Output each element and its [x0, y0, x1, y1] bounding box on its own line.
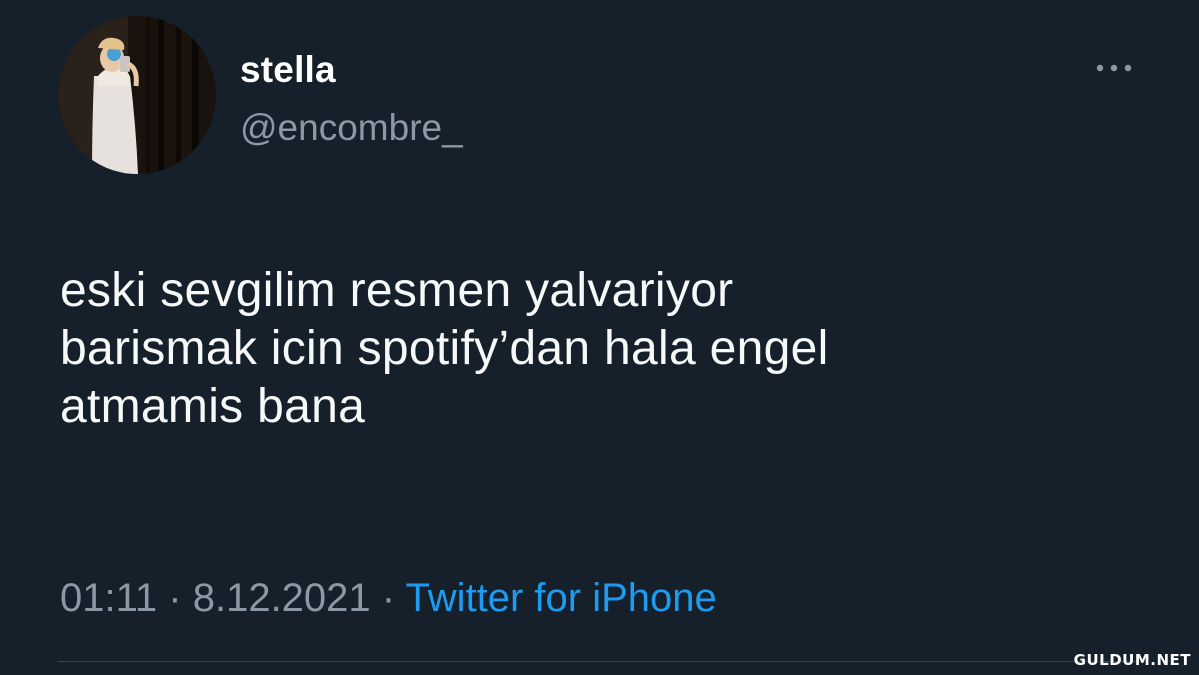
display-name[interactable]: stella — [240, 48, 336, 92]
tweet-time[interactable]: 01:11 — [60, 576, 157, 620]
tweet-text-line: barismak icin spotify’dan hala engel — [60, 322, 829, 375]
tweet-text: eski sevgilim resmen yalvariyor barismak… — [60, 262, 1140, 436]
divider — [58, 661, 1138, 662]
separator: · — [168, 576, 182, 620]
tweet-text-line: eski sevgilim resmen yalvariyor — [60, 264, 734, 317]
user-handle[interactable]: @encombre_ — [240, 106, 463, 150]
tweet-source-link[interactable]: Twitter for iPhone — [406, 576, 717, 620]
tweet-text-line: atmamis bana — [60, 380, 366, 433]
watermark-logo: GULDUM.NET — [1073, 651, 1191, 669]
tweet-metadata: 01:11 · 8.12.2021 · Twitter for iPhone — [60, 574, 717, 622]
tweet-card: stella @encombre_ eski sevgilim resmen y… — [0, 0, 1199, 675]
more-options-icon[interactable] — [1090, 56, 1138, 80]
separator: · — [381, 576, 396, 620]
avatar[interactable] — [58, 16, 216, 174]
tweet-date[interactable]: 8.12.2021 — [193, 576, 371, 620]
